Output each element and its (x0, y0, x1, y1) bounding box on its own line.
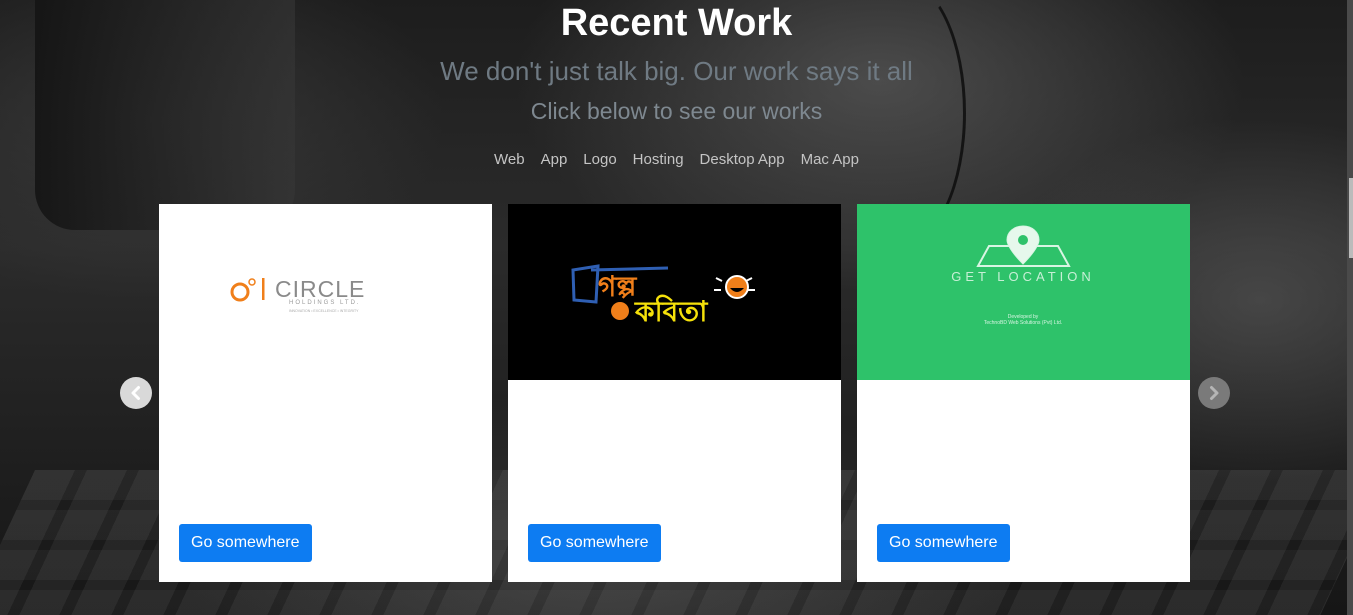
filter-web[interactable]: Web (494, 150, 525, 170)
golpo-kobita-logo: গল্প কবিতা (571, 264, 755, 328)
svg-text:CIRCLE: CIRCLE (275, 276, 365, 302)
work-card-circle-holdings: CIRCLE HOLDINGS LTD. INNOVATION • EXCELL… (159, 204, 492, 582)
chevron-left-icon (131, 386, 140, 400)
card-image: GET LOCATION Developed by TechnoBD Web S… (857, 204, 1190, 380)
go-somewhere-button[interactable]: Go somewhere (179, 524, 312, 562)
work-card-golpo-kobita: গল্প কবিতা Go somewhere (508, 204, 841, 582)
svg-text:GET LOCATION: GET LOCATION (951, 269, 1095, 284)
svg-text:গল্প: গল্প (598, 270, 637, 303)
card-image: CIRCLE HOLDINGS LTD. INNOVATION • EXCELL… (159, 204, 492, 380)
circle-holdings-logo: CIRCLE HOLDINGS LTD. INNOVATION • EXCELL… (230, 276, 365, 313)
svg-text:INNOVATION • EXCELLENCE • INTE: INNOVATION • EXCELLENCE • INTEGRITY (289, 309, 359, 313)
svg-text:কবিতা: কবিতা (634, 294, 708, 328)
filter-desktop-app[interactable]: Desktop App (700, 150, 785, 170)
go-somewhere-button[interactable]: Go somewhere (528, 524, 661, 562)
section-title: Recent Work (560, 2, 793, 44)
svg-text:HOLDINGS LTD.: HOLDINGS LTD. (289, 300, 361, 306)
filter-mac-app[interactable]: Mac App (801, 150, 859, 170)
work-filter-nav: Web App Logo Hosting Desktop App Mac App (0, 150, 1353, 170)
work-card-get-location: GET LOCATION Developed by TechnoBD Web S… (857, 204, 1190, 582)
carousel-prev-button[interactable] (120, 377, 152, 409)
card-image: গল্প কবিতা (508, 204, 841, 380)
section-subtitle: We don't just talk big. Our work says it… (440, 56, 913, 86)
filter-app[interactable]: App (541, 150, 568, 170)
go-somewhere-button[interactable]: Go somewhere (877, 524, 1010, 562)
filter-logo[interactable]: Logo (583, 150, 616, 170)
svg-text:TechnoBD Web Solutions (Pvt) L: TechnoBD Web Solutions (Pvt) Ltd. (984, 320, 1062, 326)
get-location-app-screen: GET LOCATION Developed by TechnoBD Web S… (951, 225, 1095, 326)
page-scrollbar-thumb[interactable] (1349, 178, 1353, 258)
filter-hosting[interactable]: Hosting (633, 150, 684, 170)
recent-work-section: Recent Work We don't just talk big. Our … (0, 0, 1353, 615)
carousel-next-button[interactable] (1198, 377, 1230, 409)
section-cta: Click below to see our works (530, 98, 823, 124)
page-scrollbar[interactable] (1347, 0, 1353, 615)
chevron-right-icon (1210, 386, 1219, 400)
